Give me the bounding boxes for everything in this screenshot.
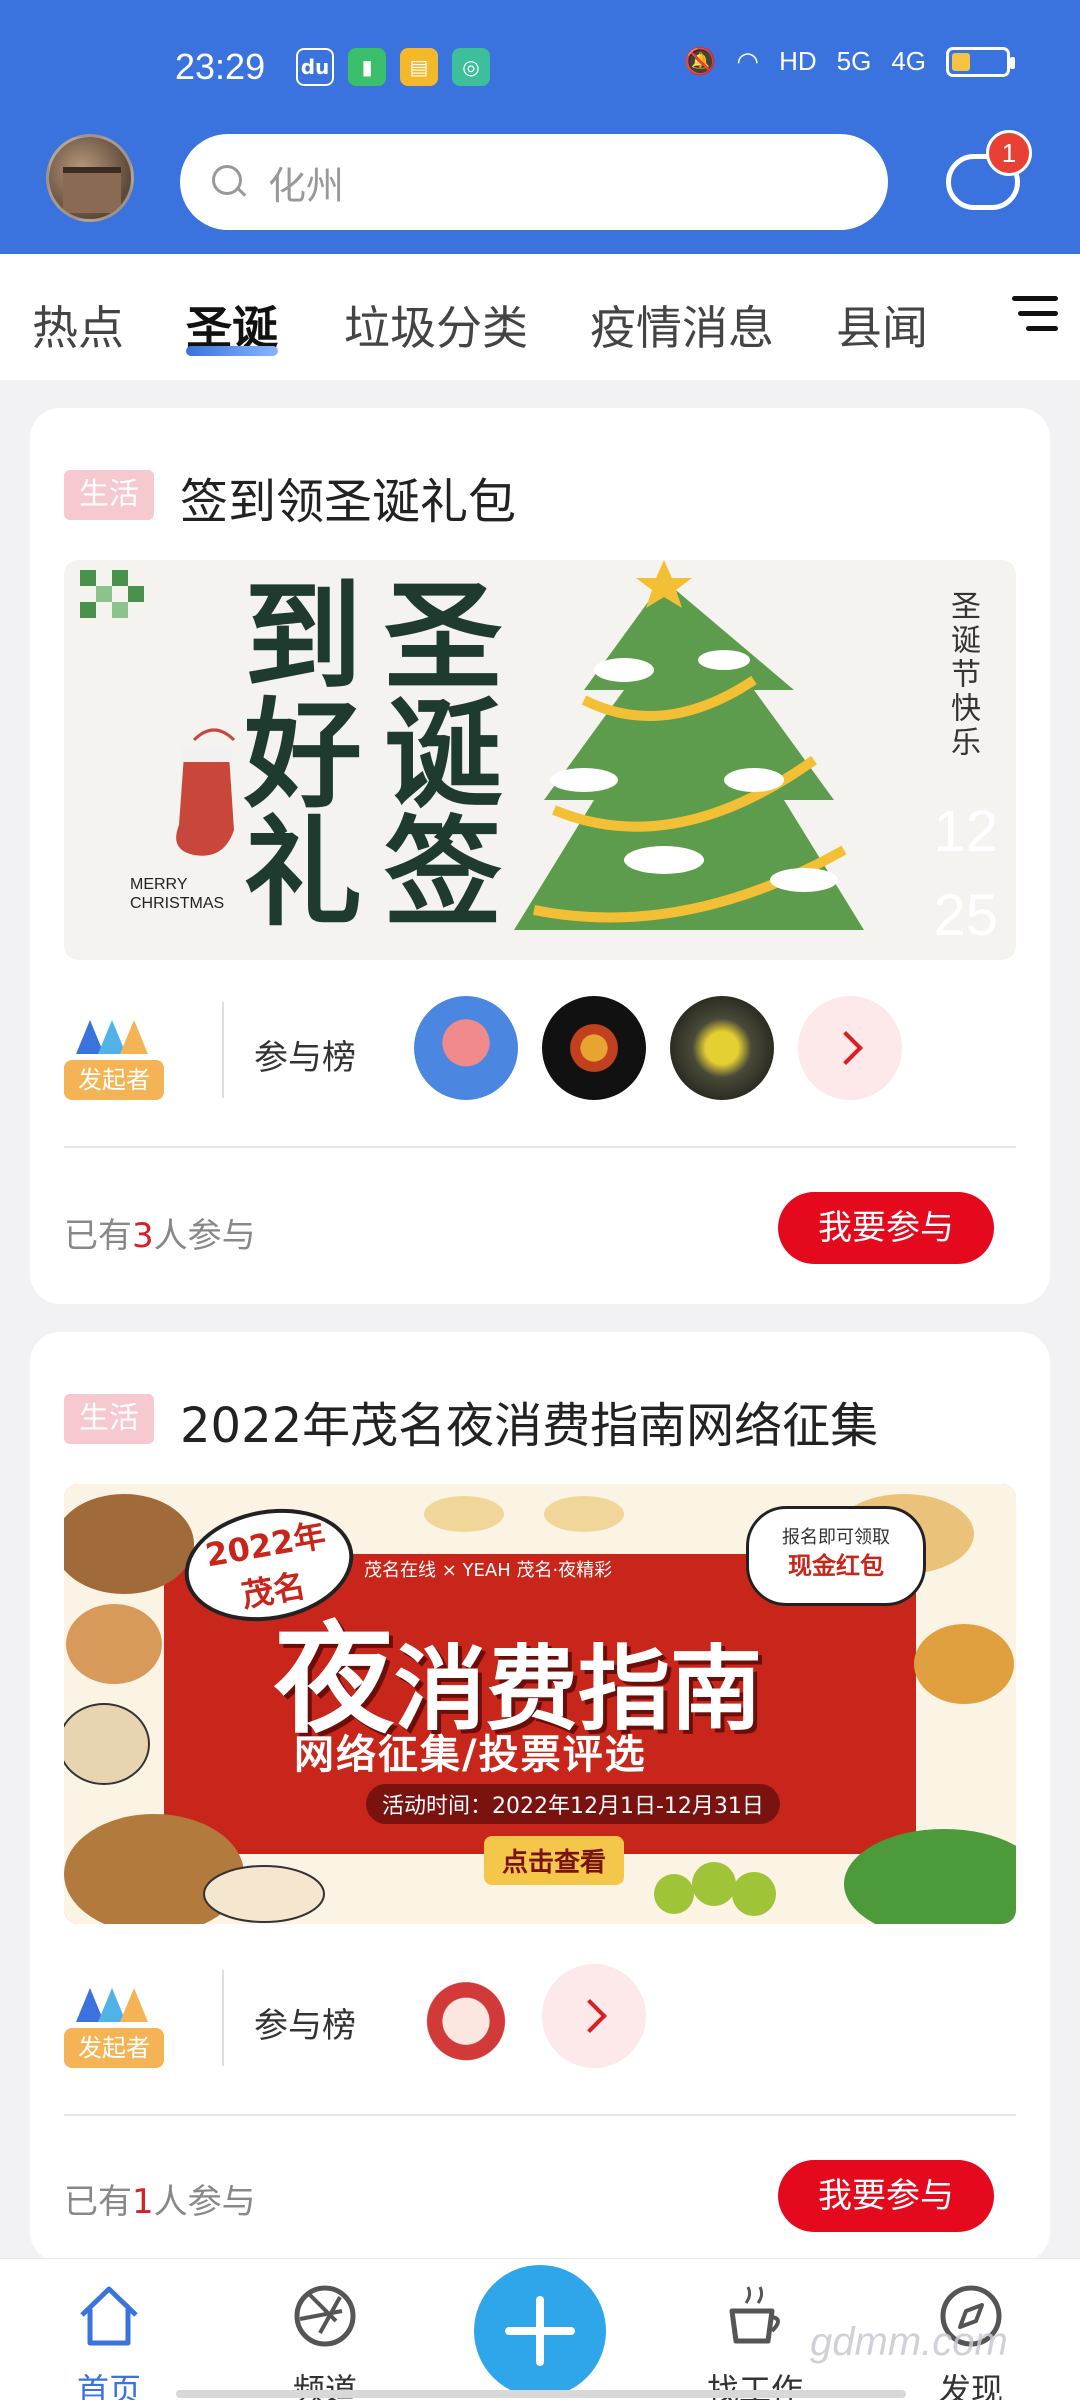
banner-promo: 报名即可领取 现金红包 <box>746 1506 926 1606</box>
participant-avatar[interactable] <box>670 996 774 1100</box>
chevron-right-icon <box>573 1999 607 2033</box>
ranking-label: 参与榜 <box>254 1038 356 1078</box>
organizer[interactable]: 发起者 <box>64 1968 164 2068</box>
site-watermark: gdmm.com <box>810 2320 1008 2364</box>
card-divider <box>64 2114 1016 2116</box>
wifi-icon: ◠ <box>736 46 760 76</box>
channel-tabs: 热点 圣诞 垃圾分类 疫情消息 县闻 <box>0 254 1080 380</box>
banner-side-text: 圣诞节快乐 <box>945 590 980 760</box>
status-right: 🔕 ◠ HD 5G 4G <box>684 46 1015 77</box>
activity-card-christmas[interactable]: 生活 签到领圣诞礼包 到好礼 圣诞签 MERRY CHRISTMAS 圣诞节快乐… <box>30 408 1050 1304</box>
merry-christmas-text: MERRY CHRISTMAS <box>130 876 225 913</box>
active-tab-indicator <box>186 346 278 356</box>
tab-garbage-sorting[interactable]: 垃圾分类 <box>344 292 528 358</box>
banner-subtitle: 网络征集/投票评选 <box>294 1732 647 1778</box>
join-button[interactable]: 我要参与 <box>778 2160 994 2232</box>
ranking-more-button[interactable] <box>542 1964 646 2068</box>
row-divider <box>222 1002 224 1098</box>
ranking-label: 参与榜 <box>254 2006 356 2046</box>
participant-count: 已有1人参与 <box>64 2182 256 2222</box>
participant-count: 已有3人参与 <box>64 1216 256 1256</box>
book-app-icon: ▤ <box>400 48 438 86</box>
message-button[interactable]: 1 <box>946 130 1032 212</box>
hd-label: HD <box>779 46 817 76</box>
organizer[interactable]: 发起者 <box>64 1000 164 1100</box>
organizer-logo-icon <box>76 1020 148 1054</box>
battery-icon <box>946 46 1015 77</box>
circle-app-icon: ◎ <box>452 48 490 86</box>
battery-saver-app-icon: ▮ <box>348 48 386 86</box>
category-tag: 生活 <box>64 470 154 520</box>
nav-home-label: 首页 <box>76 2371 141 2400</box>
gesture-home-bar[interactable] <box>176 2390 906 2398</box>
participation-row: 发起者 参与榜 <box>64 1964 1016 2074</box>
category-tag: 生活 <box>64 1394 154 1444</box>
user-avatar[interactable] <box>46 134 134 222</box>
activity-card-night-consumption[interactable]: 生活 2022年茂名夜消费指南网络征集 2022年 茂名 茂名在线 × YEAH … <box>30 1332 1050 2262</box>
organizer-logo-icon <box>76 1988 148 2022</box>
banner-brand: 茂名在线 × YEAH 茂名·夜精彩 <box>364 1560 613 1581</box>
participant-avatar[interactable] <box>414 996 518 1100</box>
banner-text-column-1: 到好礼 <box>244 568 363 942</box>
baidu-app-icon: du <box>296 48 334 86</box>
participant-avatar[interactable] <box>542 996 646 1100</box>
card-divider <box>64 1146 1016 1148</box>
tab-hot[interactable]: 热点 <box>32 292 124 358</box>
message-badge: 1 <box>986 130 1032 176</box>
home-icon <box>80 2286 138 2346</box>
join-button[interactable]: 我要参与 <box>778 1192 994 1264</box>
signal-5g-label: 5G <box>836 46 872 76</box>
banner-view-button[interactable]: 点击查看 <box>484 1836 625 1885</box>
row-divider <box>222 1970 224 2066</box>
organizer-badge: 发起者 <box>64 1060 164 1100</box>
card-title[interactable]: 2022年茂名夜消费指南网络征集 <box>180 1386 878 1456</box>
mute-icon: 🔕 <box>684 46 717 76</box>
participation-row: 发起者 参与榜 <box>64 996 1016 1106</box>
nav-jobs[interactable]: 找工作 <box>700 2281 810 2400</box>
banner-date-month: 12 <box>933 799 998 864</box>
signal-4g-label: 4G <box>891 46 926 76</box>
search-bar[interactable]: 化州 <box>180 134 888 230</box>
banner-activity-time: 活动时间：2022年12月1日-12月31日 <box>366 1784 780 1824</box>
ranking-more-button[interactable] <box>798 996 902 1100</box>
search-icon <box>210 163 248 201</box>
status-bar: 23:29 du ▮ ▤ ◎ 🔕 ◠ HD 5G 4G <box>0 0 1080 130</box>
nav-channel[interactable]: 频道 <box>270 2281 380 2400</box>
tab-county-news[interactable]: 县闻 <box>836 292 928 358</box>
banner-date-day: 25 <box>933 883 998 948</box>
status-time: 23:29 <box>175 46 266 87</box>
tab-epidemic-news[interactable]: 疫情消息 <box>590 292 774 358</box>
nav-discover-label: 发现 <box>938 2371 1003 2400</box>
christmas-banner[interactable]: 到好礼 圣诞签 MERRY CHRISTMAS 圣诞节快乐 12 25 <box>64 560 1016 960</box>
organizer-badge: 发起者 <box>64 2028 164 2068</box>
aperture-icon <box>294 2285 356 2347</box>
search-placeholder: 化州 <box>268 163 345 208</box>
tab-menu-icon[interactable] <box>1012 296 1058 336</box>
coffee-cup-icon <box>729 2286 780 2344</box>
publish-plus-button[interactable] <box>474 2265 606 2397</box>
app-header: 23:29 du ▮ ▤ ◎ 🔕 ◠ HD 5G 4G 化州 1 <box>0 0 1080 254</box>
chevron-right-icon <box>829 1031 863 1065</box>
banner-text-column-2: 圣诞签 <box>384 568 503 942</box>
card-title[interactable]: 签到领圣诞礼包 <box>180 462 516 532</box>
night-consumption-banner[interactable]: 2022年 茂名 茂名在线 × YEAH 茂名·夜精彩 报名即可领取 现金红包 夜消… <box>64 1484 1016 1924</box>
nav-home[interactable]: 首页 <box>54 2281 164 2400</box>
participant-avatar[interactable] <box>414 1964 518 2068</box>
